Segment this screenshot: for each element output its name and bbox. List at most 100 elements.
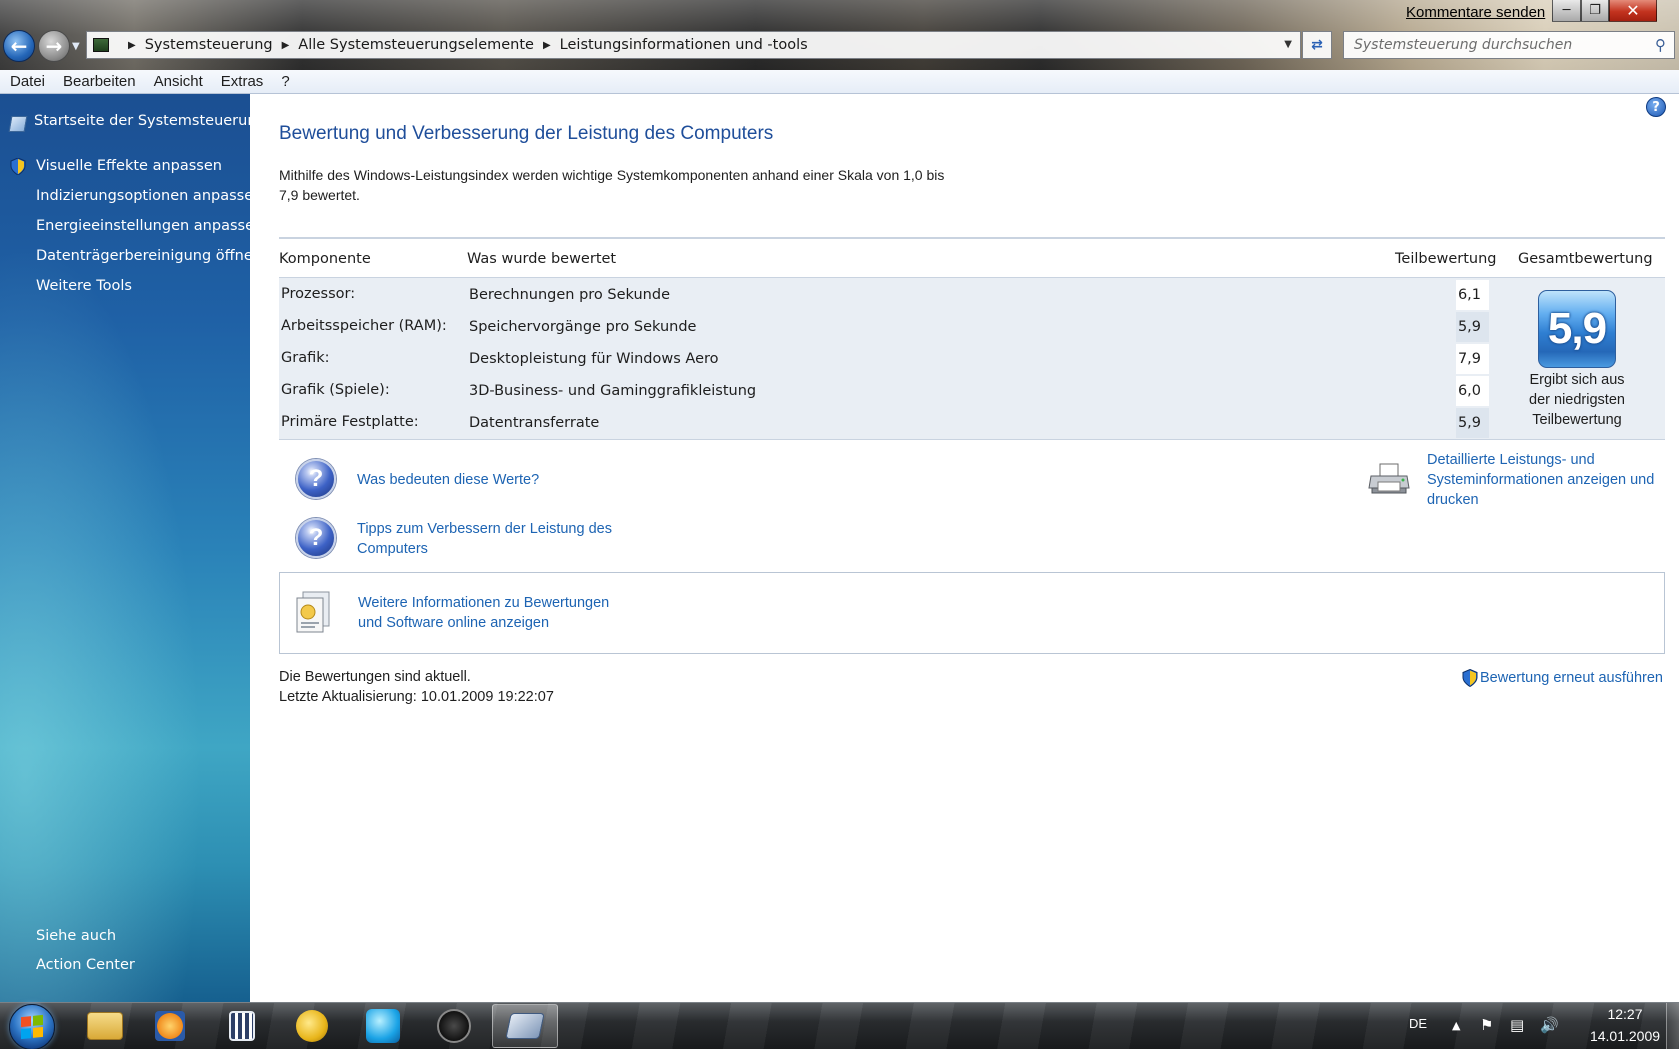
intro-line-1: Mithilfe des Windows-Leistungsindex werd… (279, 167, 945, 183)
status-text: Die Bewertungen sind aktuell. (279, 669, 471, 685)
forward-button[interactable]: → (38, 30, 70, 62)
input-language-indicator[interactable]: DE (1409, 1016, 1427, 1031)
sidebar-link-power[interactable]: Energieeinstellungen anpassen (36, 218, 263, 234)
row-score-ram: 5,9 (1456, 312, 1489, 342)
menu-ansicht[interactable]: Ansicht (144, 73, 211, 90)
taskbar-explorer[interactable] (76, 1004, 134, 1048)
search-icon[interactable]: ⚲ (1655, 36, 1666, 54)
taskbar-itunes[interactable] (354, 1004, 412, 1048)
volume-icon[interactable]: 🔊 (1540, 1016, 1559, 1034)
link-line[interactable]: drucken (1427, 490, 1654, 510)
refresh-button[interactable]: ⇄ (1302, 31, 1332, 59)
table-divider (279, 439, 1665, 440)
arrow-right-icon: → (45, 34, 63, 58)
sidebar-link-more-tools[interactable]: Weitere Tools (36, 278, 132, 294)
breadcrumb-leistungsinformationen[interactable]: Leistungsinformationen und -tools (560, 37, 808, 53)
breadcrumb-alle-elemente[interactable]: Alle Systemsteuerungselemente (298, 37, 534, 53)
restore-button[interactable]: ❐ (1581, 0, 1609, 22)
uac-shield-icon (10, 158, 26, 175)
row-score-processor: 6,1 (1456, 280, 1489, 310)
chevron-right-icon[interactable]: ▶ (282, 40, 290, 51)
chevron-right-icon[interactable]: ▶ (543, 40, 551, 51)
last-update-text: Letzte Aktualisierung: 10.01.2009 19:22:… (279, 689, 554, 705)
close-button[interactable]: ✕ (1609, 0, 1657, 22)
link-line[interactable]: Computers (357, 539, 612, 559)
games-icon (296, 1010, 328, 1042)
start-button[interactable] (9, 1004, 55, 1049)
taskbar-media-player[interactable] (141, 1004, 199, 1048)
show-hidden-icons-icon[interactable]: ▲ (1452, 1019, 1460, 1032)
show-desktop-button[interactable] (1666, 1003, 1679, 1049)
caption-line: Ergibt sich aus (1529, 372, 1625, 388)
link-line[interactable]: Systeminformationen anzeigen und (1427, 470, 1654, 490)
column-header-subscore: Teilbewertung (1395, 251, 1497, 267)
link-line[interactable]: Detaillierte Leistungs- und (1427, 450, 1654, 470)
column-header-base-score: Gesamtbewertung (1518, 251, 1653, 267)
breadcrumb-systemsteuerung[interactable]: Systemsteuerung (145, 37, 273, 53)
row-what-graphics: Desktopleistung für Windows Aero (469, 351, 719, 367)
row-component-processor: Prozessor: (281, 286, 356, 302)
row-component-graphics: Grafik: (281, 350, 330, 366)
row-component-gaming-graphics: Grafik (Spiele): (281, 382, 390, 398)
sidebar-link-visual-effects[interactable]: Visuelle Effekte anpassen (36, 158, 222, 174)
help-icon[interactable]: ? (1646, 97, 1666, 117)
link-line[interactable]: Tipps zum Verbessern der Leistung des (357, 519, 612, 539)
software-info-icon (293, 590, 333, 634)
control-panel-icon (505, 1013, 545, 1039)
menu-help[interactable]: ? (271, 73, 297, 90)
link-tips-improve-performance[interactable]: Tipps zum Verbessern der Leistung des Co… (357, 519, 612, 559)
itunes-icon (366, 1009, 400, 1043)
link-more-info-online[interactable]: Weitere Informationen zu Bewertungen und… (358, 593, 609, 633)
clock-time[interactable]: 12:27 (1590, 1006, 1660, 1022)
network-icon[interactable]: ▤ (1510, 1016, 1524, 1034)
back-button[interactable]: ← (3, 30, 35, 62)
sidebar-link-indexing[interactable]: Indizierungsoptionen anpassen (36, 188, 262, 204)
folder-icon (87, 1012, 123, 1040)
search-input[interactable]: Systemsteuerung durchsuchen ⚲ (1343, 31, 1675, 59)
question-icon: ? (296, 459, 336, 499)
action-center-flag-icon[interactable]: ⚑ (1480, 1016, 1493, 1034)
menu-bearbeiten[interactable]: Bearbeiten (53, 73, 144, 90)
link-detailed-performance-info[interactable]: Detaillierte Leistungs- und Systeminform… (1427, 450, 1654, 510)
sidebar-link-disk-cleanup[interactable]: Datenträgerbereinigung öffnen (36, 248, 262, 264)
caption-line: der niedrigsten (1529, 392, 1625, 408)
intro-line-2: 7,9 bewertet. (279, 187, 360, 203)
chevron-right-icon[interactable]: ▶ (128, 40, 136, 51)
control-panel-home-icon (8, 116, 28, 132)
link-line[interactable]: Weitere Informationen zu Bewertungen (358, 593, 609, 613)
taskbar-counter-strike[interactable] (425, 1004, 483, 1048)
windows-logo-icon (21, 1014, 43, 1040)
address-bar[interactable]: ▶ Systemsteuerung ▶ Alle Systemsteuerung… (86, 31, 1301, 59)
menu-extras[interactable]: Extras (211, 73, 272, 90)
refresh-icon: ⇄ (1311, 37, 1323, 53)
row-what-hard-disk: Datentransferrate (469, 415, 600, 431)
address-dropdown-icon[interactable]: ▼ (1284, 39, 1292, 50)
menu-bar: Datei Bearbeiten Ansicht Extras ? (0, 70, 1679, 94)
feedback-link[interactable]: Kommentare senden (1406, 4, 1545, 21)
sidebar-link-action-center[interactable]: Action Center (36, 957, 135, 973)
close-icon: ✕ (1626, 1, 1640, 20)
column-header-what: Was wurde bewertet (467, 251, 617, 267)
row-component-hard-disk: Primäre Festplatte: (281, 414, 419, 430)
counter-strike-icon (437, 1009, 471, 1043)
calculator-icon (229, 1011, 255, 1041)
rerun-assessment-link[interactable]: Bewertung erneut ausführen (1480, 668, 1663, 688)
minimize-button[interactable]: ─ (1552, 0, 1581, 22)
clock-date[interactable]: 14.01.2009 (1578, 1028, 1672, 1044)
sidebar-link-home[interactable]: Startseite der Systemsteuerung (34, 113, 266, 129)
link-line[interactable]: und Software online anzeigen (358, 613, 609, 633)
table-divider (279, 237, 1665, 239)
taskbar-calculator[interactable] (213, 1004, 271, 1048)
see-also-heading: Siehe auch (36, 928, 117, 944)
row-what-processor: Berechnungen pro Sekunde (469, 287, 670, 303)
taskbar-games[interactable] (283, 1004, 341, 1048)
restore-icon: ❐ (1589, 3, 1601, 18)
link-what-values-mean[interactable]: Was bedeuten diese Werte? (357, 470, 539, 490)
caption-line: Teilbewertung (1532, 412, 1622, 428)
base-score-caption: Ergibt sich aus der niedrigsten Teilbewe… (1510, 370, 1644, 430)
question-icon: ? (296, 518, 336, 558)
taskbar-control-panel[interactable] (492, 1004, 558, 1048)
row-component-ram: Arbeitsspeicher (RAM): (281, 318, 447, 334)
recent-pages-dropdown[interactable]: ▼ (72, 41, 80, 52)
menu-datei[interactable]: Datei (0, 73, 53, 90)
